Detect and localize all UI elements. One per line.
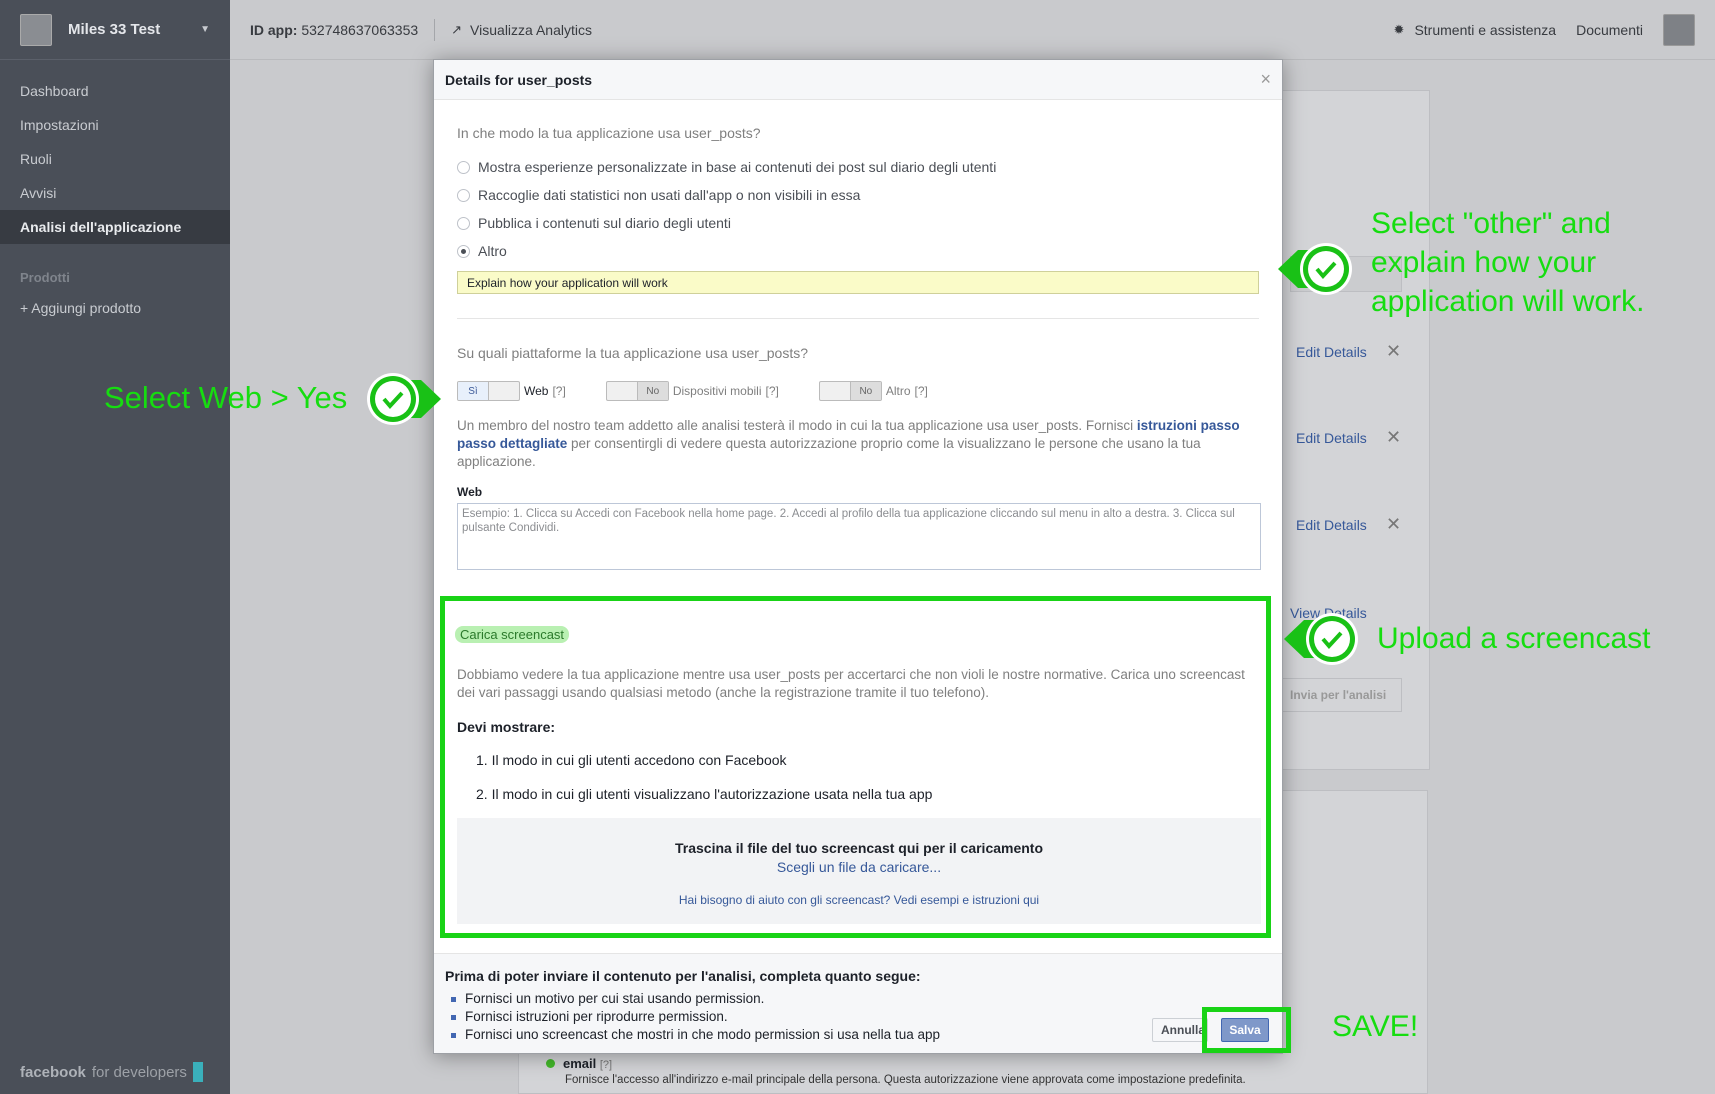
help-link[interactable]: [?] bbox=[766, 384, 779, 398]
status-dot-icon bbox=[546, 1059, 555, 1068]
platform-question: Su quali piattaforme la tua applicazione… bbox=[457, 345, 808, 361]
app-id-value: 532748637063353 bbox=[301, 21, 419, 38]
requirement-item: Fornisci istruzioni per riprodurre permi… bbox=[451, 1008, 1271, 1026]
desc-text: per consentirgli di vedere questa autori… bbox=[457, 436, 1201, 469]
radio-button[interactable] bbox=[457, 160, 470, 174]
mobile-toggle[interactable]: No bbox=[605, 381, 669, 401]
checkmark-badge-icon bbox=[367, 373, 441, 425]
analytics-label: Visualizza Analytics bbox=[470, 21, 592, 38]
sidebar-item-alerts[interactable]: Avvisi bbox=[0, 176, 230, 210]
platform-label: Altro bbox=[885, 384, 911, 398]
footer-suffix: for developers bbox=[91, 1063, 187, 1081]
desc-text: Un membro del nostro team addetto alle a… bbox=[457, 418, 1137, 433]
other-explanation-field[interactable]: Explain how your application will work bbox=[457, 271, 1259, 294]
usage-question: In che modo la tua applicazione usa user… bbox=[457, 125, 761, 141]
remove-icon[interactable]: ✕ bbox=[1386, 514, 1401, 535]
user-avatar[interactable] bbox=[1663, 13, 1695, 46]
requirements-title: Prima di poter inviare il contenuto per … bbox=[445, 968, 921, 984]
app-avatar bbox=[20, 13, 52, 46]
cancel-button[interactable]: Annulla bbox=[1152, 1018, 1208, 1042]
submit-review-button[interactable]: Invia per l'analisi bbox=[1272, 678, 1402, 712]
platform-mobile: No Dispositivi mobili [?] bbox=[605, 381, 779, 401]
option-label: Altro bbox=[478, 243, 507, 259]
usage-option[interactable]: Pubblica i contenuti sul diario degli ut… bbox=[457, 209, 1259, 237]
divider bbox=[434, 18, 436, 41]
toggle-empty bbox=[607, 382, 637, 400]
top-bar: ID app: 532748637063353 ↗ Visualizza Anal… bbox=[230, 0, 1715, 60]
radio-button[interactable] bbox=[457, 188, 470, 202]
app-id: ID app: 532748637063353 bbox=[250, 22, 418, 38]
instructions-description: Un membro del nostro team addetto alle a… bbox=[457, 417, 1259, 471]
sidebar-item-roles[interactable]: Ruoli bbox=[0, 142, 230, 176]
tools-link[interactable]: Strumenti e assistenza bbox=[1414, 22, 1556, 38]
toggle-state: Sì bbox=[458, 382, 489, 400]
platform-web: Sì Web [?] bbox=[457, 381, 566, 401]
option-label: Mostra esperienze personalizzate in base… bbox=[478, 159, 997, 175]
facebook-wordmark: facebook bbox=[20, 1063, 86, 1081]
app-id-label: ID app: bbox=[250, 21, 298, 38]
other-toggle[interactable]: No bbox=[818, 381, 882, 401]
analytics-link[interactable]: ↗ Visualizza Analytics bbox=[451, 22, 592, 38]
option-label: Pubblica i contenuti sul diario degli ut… bbox=[478, 215, 731, 231]
checkmark-badge-icon bbox=[1284, 613, 1358, 665]
edit-details-link[interactable]: Edit Details bbox=[1296, 344, 1367, 360]
save-highlight-box bbox=[1202, 1007, 1291, 1053]
web-instructions-label: Web bbox=[457, 485, 483, 499]
caret-down-icon[interactable]: ▼ bbox=[200, 24, 210, 35]
sidebar-item-settings[interactable]: Impostazioni bbox=[0, 108, 230, 142]
footer-logo[interactable]: facebook for developers bbox=[20, 1062, 203, 1082]
usage-options: Mostra esperienze personalizzate in base… bbox=[457, 153, 1259, 265]
edit-details-link[interactable]: Edit Details bbox=[1296, 430, 1367, 446]
annotation-upload: Upload a screencast bbox=[1377, 622, 1651, 655]
platform-other: No Altro [?] bbox=[818, 381, 928, 401]
app-name: Miles 33 Test bbox=[68, 21, 161, 38]
trend-icon: ↗ bbox=[451, 21, 463, 37]
sidebar-item-dashboard[interactable]: Dashboard bbox=[0, 74, 230, 108]
requirement-item: Fornisci un motivo per cui stai usando p… bbox=[451, 990, 1271, 1008]
email-description: Fornisce l'accesso all'indirizzo e-mail … bbox=[565, 1074, 1246, 1086]
sidebar: Miles 33 Test ▼ Dashboard Impostazioni R… bbox=[0, 0, 230, 1094]
email-label: email bbox=[563, 1056, 597, 1071]
dialog-header: Details for user_posts × bbox=[434, 60, 1282, 100]
annotation-other: Select "other" and explain how your appl… bbox=[1371, 207, 1645, 318]
requirement-item: Fornisci uno screencast che mostri in ch… bbox=[451, 1026, 1271, 1044]
platform-toggles: Sì Web [?] No Dispositivi mobili [?] No Al… bbox=[457, 381, 1259, 401]
remove-icon[interactable]: ✕ bbox=[1386, 341, 1401, 362]
divider bbox=[457, 318, 1259, 319]
toggle-empty bbox=[489, 382, 519, 400]
remove-icon[interactable]: ✕ bbox=[1386, 427, 1401, 448]
option-label: Raccoglie dati statistici non usati dall… bbox=[478, 187, 861, 203]
platform-label: Web bbox=[524, 384, 549, 398]
help-link[interactable]: [?] bbox=[600, 1059, 612, 1071]
email-permission: email [?] bbox=[546, 1056, 612, 1071]
bug-icon[interactable]: ✹ bbox=[1394, 22, 1405, 38]
checkmark-badge-icon bbox=[1278, 243, 1352, 295]
web-toggle[interactable]: Sì bbox=[457, 381, 520, 401]
upload-highlight-box bbox=[440, 596, 1271, 938]
usage-option[interactable]: Raccoglie dati statistici non usati dall… bbox=[457, 181, 1259, 209]
toggle-state: No bbox=[849, 382, 881, 400]
docs-link[interactable]: Documenti bbox=[1576, 22, 1643, 38]
dialog-title: Details for user_posts bbox=[445, 71, 593, 88]
platform-label: Dispositivi mobili bbox=[672, 384, 762, 398]
app-switcher[interactable]: Miles 33 Test ▼ bbox=[0, 0, 230, 60]
annotation-save: SAVE! bbox=[1332, 1010, 1419, 1043]
sidebar-item-app-review[interactable]: Analisi dell'applicazione bbox=[0, 210, 230, 244]
radio-button-selected[interactable] bbox=[457, 244, 470, 258]
web-instructions-textarea[interactable]: Esempio: 1. Clicca su Accedi con Faceboo… bbox=[457, 503, 1261, 570]
radio-button[interactable] bbox=[457, 216, 470, 230]
usage-option-other[interactable]: Altro bbox=[457, 237, 1259, 265]
close-icon[interactable]: × bbox=[1260, 69, 1271, 90]
toggle-state: No bbox=[636, 382, 668, 400]
help-link[interactable]: [?] bbox=[552, 384, 565, 398]
annotation-web: Select Web > Yes bbox=[104, 380, 348, 415]
products-heading: Prodotti bbox=[20, 270, 70, 285]
toggle-empty bbox=[820, 382, 850, 400]
usage-option[interactable]: Mostra esperienze personalizzate in base… bbox=[457, 153, 1259, 181]
edit-details-link[interactable]: Edit Details bbox=[1296, 517, 1367, 533]
developers-logo-icon bbox=[192, 1062, 203, 1082]
help-link[interactable]: [?] bbox=[915, 384, 928, 398]
add-product-link[interactable]: + Aggiungi prodotto bbox=[0, 293, 230, 323]
requirements-list: Fornisci un motivo per cui stai usando p… bbox=[445, 990, 1271, 1044]
